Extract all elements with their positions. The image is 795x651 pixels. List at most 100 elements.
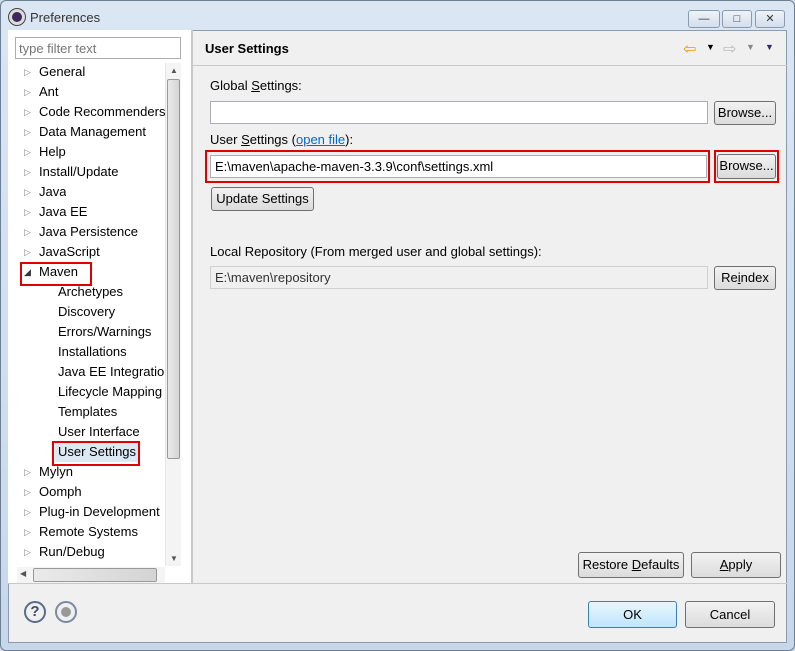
back-menu-icon[interactable]: ▼ [706, 42, 715, 52]
tree-item-label: Java Persistence [39, 224, 138, 239]
expand-arrow-icon[interactable]: ▷ [24, 207, 31, 217]
minimize-button[interactable]: — [688, 10, 720, 28]
header-separator [193, 65, 787, 66]
tree-item-label: Java EE [39, 204, 88, 219]
expand-arrow-icon[interactable]: ▷ [24, 147, 31, 157]
tree-item-label: Discovery [58, 304, 116, 319]
tree-item-label: Oomph [39, 484, 82, 499]
view-menu-icon[interactable]: ▼ [765, 42, 774, 52]
back-icon[interactable]: ⇦ [683, 39, 696, 59]
expand-arrow-icon[interactable]: ▷ [24, 467, 31, 477]
expand-arrow-icon[interactable]: ▷ [24, 507, 31, 517]
tree-item-java-persistence[interactable]: Java Persistence [39, 222, 138, 242]
scroll-down-icon[interactable]: ▼ [170, 554, 178, 563]
expand-arrow-icon[interactable]: ▷ [24, 547, 31, 557]
apply-button[interactable]: Apply [691, 552, 781, 578]
hscroll-thumb[interactable] [33, 568, 157, 582]
forward-icon[interactable]: ⇨ [723, 39, 736, 59]
tree-item-label: Plug-in Development [39, 504, 160, 519]
reindex-button[interactable]: Reindex [714, 266, 776, 290]
cancel-button[interactable]: Cancel [685, 601, 775, 628]
expand-arrow-icon[interactable]: ▷ [24, 107, 31, 117]
update-settings-button[interactable]: Update Settings [211, 187, 314, 211]
scroll-thumb[interactable] [167, 79, 180, 459]
tree-item-installations[interactable]: Installations [58, 342, 127, 362]
tree-item-templates[interactable]: Templates [58, 402, 117, 422]
tree-item-label: JavaScript [39, 244, 100, 259]
tree-item-remote-systems[interactable]: Remote Systems [39, 522, 138, 542]
tree-item-mylyn[interactable]: Mylyn [39, 462, 73, 482]
tree-item-archetypes[interactable]: Archetypes [58, 282, 123, 302]
tree-item-user-interface[interactable]: User Interface [58, 422, 140, 442]
expand-arrow-icon[interactable]: ▷ [24, 167, 31, 177]
tree-item-oomph[interactable]: Oomph [39, 482, 82, 502]
window-title: Preferences [30, 10, 101, 25]
tree-item-lifecycle-mapping[interactable]: Lifecycle Mapping [58, 382, 162, 402]
global-settings-label: Global Settings: [210, 78, 302, 93]
tree-item-label: Templates [58, 404, 118, 419]
restore-defaults-button[interactable]: Restore Defaults [578, 552, 684, 578]
page-title: User Settings [205, 41, 289, 56]
tree-item-label: Run/Debug [39, 544, 105, 559]
close-button[interactable]: ✕ [755, 10, 785, 28]
tree-item-label: Mylyn [39, 464, 73, 479]
tree-item-label: Data Management [39, 124, 146, 139]
expand-arrow-icon[interactable]: ▷ [24, 247, 31, 257]
tree-item-label: Errors/Warnings [58, 324, 152, 339]
tree-horizontal-scrollbar[interactable]: ◀ [17, 567, 165, 583]
tree-item-ant[interactable]: Ant [39, 82, 59, 102]
expand-arrow-icon[interactable]: ▷ [24, 127, 31, 137]
expand-arrow-icon[interactable]: ▷ [24, 67, 31, 77]
tree-item-code-recommenders[interactable]: Code Recommenders [39, 102, 165, 122]
tree-item-label: Remote Systems [39, 524, 138, 539]
tree-item-label: Archetypes [58, 284, 124, 299]
user-browse-button[interactable]: Browse... [717, 154, 776, 179]
expand-arrow-icon[interactable]: ▷ [24, 187, 31, 197]
tree-item-errors-warnings[interactable]: Errors/Warnings [58, 322, 151, 342]
expand-arrow-icon[interactable]: ▷ [24, 527, 31, 537]
forward-menu-icon[interactable]: ▼ [746, 42, 755, 52]
expand-arrow-icon[interactable]: ▷ [24, 87, 31, 97]
tree-item-label: Install/Update [39, 164, 119, 179]
local-repository-input: E:\maven\repository [210, 266, 708, 289]
help-icon[interactable]: ? [24, 601, 46, 623]
tree-item-help[interactable]: Help [39, 142, 66, 162]
scroll-left-icon[interactable]: ◀ [20, 569, 26, 578]
tree-item-label: Java EE Integration [58, 364, 165, 379]
tree-item-java[interactable]: Java [39, 182, 66, 202]
filter-input[interactable] [15, 37, 181, 59]
tree-item-label: Installations [58, 344, 127, 359]
tree-item-label: User Interface [58, 424, 140, 439]
tree-item-label: Code Recommenders [39, 104, 165, 119]
scroll-up-icon[interactable]: ▲ [170, 66, 178, 75]
tree-item-general[interactable]: General [39, 62, 85, 82]
open-file-link[interactable]: open file [296, 132, 345, 147]
local-repository-label: Local Repository (From merged user and g… [210, 244, 542, 259]
global-settings-input[interactable] [210, 101, 708, 124]
tree-item-javascript[interactable]: JavaScript [39, 242, 100, 262]
ok-button[interactable]: OK [588, 601, 677, 628]
user-settings-input[interactable]: E:\maven\apache-maven-3.3.9\conf\setting… [210, 155, 707, 178]
tree-item-label: Lifecycle Mapping [58, 384, 163, 399]
record-icon[interactable] [55, 601, 77, 623]
tree-item-plug-in-development[interactable]: Plug-in Development [39, 502, 160, 522]
tree-vertical-scrollbar[interactable]: ▲ ▼ [165, 63, 181, 566]
tree-item-label: Ant [39, 84, 59, 99]
expand-arrow-icon[interactable]: ▷ [24, 227, 31, 237]
tree-item-java-ee-integration[interactable]: Java EE Integration [58, 362, 165, 382]
global-browse-button[interactable]: Browse... [714, 101, 776, 125]
user-settings-label: User Settings (open file): [210, 132, 354, 147]
maximize-button[interactable]: □ [722, 10, 752, 28]
eclipse-icon [9, 9, 25, 25]
tree-item-label: General [39, 64, 86, 79]
tree-item-data-management[interactable]: Data Management [39, 122, 146, 142]
tree-item-discovery[interactable]: Discovery [58, 302, 115, 322]
tree-item-install-update[interactable]: Install/Update [39, 162, 119, 182]
divider [192, 30, 193, 583]
tree-item-label: Help [39, 144, 66, 159]
tree-item-run-debug[interactable]: Run/Debug [39, 542, 105, 562]
expand-arrow-icon[interactable]: ▷ [24, 487, 31, 497]
tree-item-java-ee[interactable]: Java EE [39, 202, 87, 222]
footer-separator [8, 583, 787, 584]
tree-item-label: Java [39, 184, 67, 199]
